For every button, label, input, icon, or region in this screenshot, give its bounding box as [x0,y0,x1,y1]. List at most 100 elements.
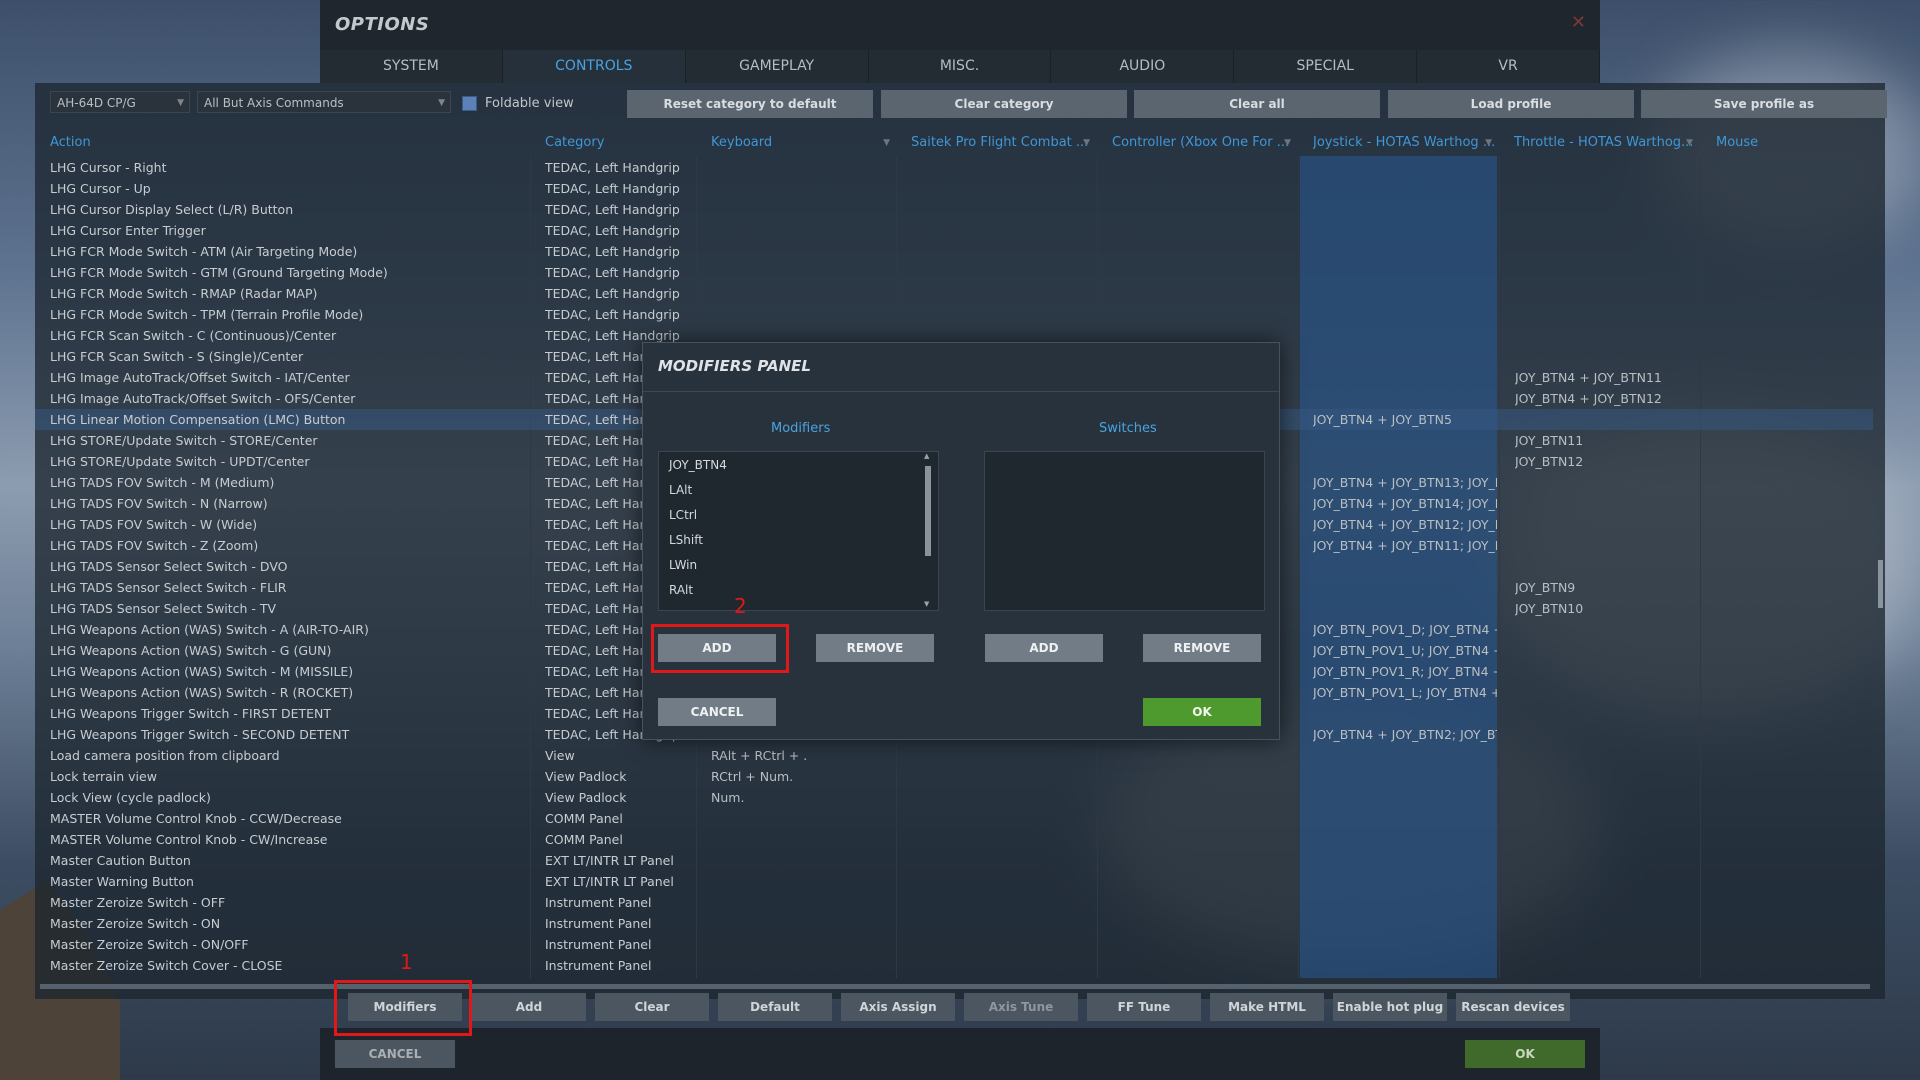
horizontal-scrollbar[interactable] [40,984,1870,989]
category-cell: TEDAC, Left Handgrip [545,181,680,196]
action-cell: LHG FCR Mode Switch - GTM (Ground Target… [50,265,388,280]
modifiers-list[interactable]: JOY_BTN4 LAlt LCtrl LShift LWin RAlt ▲ ▼ [658,451,939,611]
switches-list[interactable] [984,451,1265,611]
action-cell: MASTER Volume Control Knob - CW/Increase [50,832,328,847]
table-row[interactable]: Master Zeroize Switch - OFF Instrument Pa… [35,892,1873,913]
enable-hot-plug-button[interactable]: Enable hot plug [1333,993,1447,1021]
modifier-list-item[interactable]: LWin [669,558,697,572]
chevron-down-icon: ▼ [177,98,184,108]
throttle-cell: JOY_BTN4 + JOY_BTN11 [1515,370,1662,385]
column-header-saitek[interactable]: Saitek Pro Flight Combat ... ▼ [911,130,1096,156]
annotation-number: 1 [400,950,413,974]
category-cell: TEDAC, Left Handgrip [545,160,680,175]
column-header-keyboard[interactable]: Keyboard ▼ [711,130,896,156]
column-header-controller[interactable]: Controller (Xbox One For ... ▼ [1112,130,1297,156]
modifiers-remove-button[interactable]: REMOVE [816,634,934,662]
tab-system[interactable]: SYSTEM [320,50,503,83]
category-cell: TEDAC, Left Handgrip [545,286,680,301]
joystick-cell: JOY_BTN4 + JOY_BTN12; JOY_BT [1313,517,1497,532]
tab-vr[interactable]: VR [1417,50,1601,83]
action-cell: LHG Cursor - Right [50,160,167,175]
modifier-list-item[interactable]: LAlt [669,483,692,497]
switches-add-button[interactable]: ADD [985,634,1103,662]
tab-audio[interactable]: AUDIO [1051,50,1235,83]
category-filter-select[interactable]: All But Axis Commands ▼ [197,91,451,113]
column-header-category[interactable]: Category [545,130,695,156]
table-row[interactable]: LHG FCR Mode Switch - GTM (Ground Target… [35,262,1873,283]
table-row[interactable]: Master Zeroize Switch Cover - CLOSE Instr… [35,955,1873,976]
modifier-list-item[interactable]: LShift [669,533,703,547]
ok-button[interactable]: OK [1465,1040,1585,1068]
modifier-list-item[interactable]: RAlt [669,583,693,597]
table-row[interactable]: LHG FCR Mode Switch - TPM (Terrain Profi… [35,304,1873,325]
tab-controls[interactable]: CONTROLS [502,50,686,83]
throttle-cell: JOY_BTN11 [1515,433,1584,448]
table-row[interactable]: Lock terrain view View Padlock RCtrl + Num… [35,766,1873,787]
modifier-list-item[interactable]: JOY_BTN4 [669,458,727,472]
axis-tune-button[interactable]: Axis Tune [964,993,1078,1021]
modal-cancel-button[interactable]: CANCEL [658,698,776,726]
tab-gameplay[interactable]: GAMEPLAY [686,50,869,83]
action-cell: LHG TADS Sensor Select Switch - FLIR [50,580,287,595]
scroll-up-icon[interactable]: ▲ [924,452,929,460]
joystick-cell: JOY_BTN4 + JOY_BTN11; JOY_BT [1313,538,1497,553]
table-row[interactable]: Master Caution Button EXT LT/INTR LT Pane… [35,850,1873,871]
foldable-view-checkbox[interactable] [462,96,477,111]
table-row[interactable]: LHG Cursor Display Select (L/R) Button TE… [35,199,1873,220]
axis-assign-button[interactable]: Axis Assign [841,993,955,1021]
reset-category-button[interactable]: Reset category to default [627,90,873,118]
save-profile-button[interactable]: Save profile as [1641,90,1887,118]
action-cell: Master Zeroize Switch - ON/OFF [50,937,249,952]
ff-tune-button[interactable]: FF Tune [1087,993,1201,1021]
action-cell: LHG FCR Mode Switch - TPM (Terrain Profi… [50,307,364,322]
modal-ok-button[interactable]: OK [1143,698,1261,726]
clear-category-button[interactable]: Clear category [881,90,1127,118]
aircraft-select[interactable]: AH-64D CP/G ▼ [50,91,190,113]
table-row[interactable]: Master Zeroize Switch - ON/OFF Instrument… [35,934,1873,955]
keyboard-cell: RAlt + RCtrl + . [711,748,808,763]
table-row[interactable]: LHG Cursor Enter Trigger TEDAC, Left Hand… [35,220,1873,241]
table-row[interactable]: Master Warning Button EXT LT/INTR LT Pane… [35,871,1873,892]
table-row[interactable]: LHG FCR Mode Switch - RMAP (Radar MAP) TE… [35,283,1873,304]
category-cell: Instrument Panel [545,958,652,973]
table-row[interactable]: Master Zeroize Switch - ON Instrument Pan… [35,913,1873,934]
annotation-highlight-add [651,624,789,673]
action-cell: Master Caution Button [50,853,191,868]
table-row[interactable]: Load camera position from clipboard View R… [35,745,1873,766]
add-button[interactable]: Add [472,993,586,1021]
category-cell: View Padlock [545,769,627,784]
modifiers-list-scrollbar[interactable]: ▲ ▼ [924,452,931,608]
table-row[interactable]: Lock View (cycle padlock) View Padlock Num… [35,787,1873,808]
action-cell: LHG Weapons Action (WAS) Switch - A (AIR… [50,622,369,637]
vertical-scrollbar[interactable] [1878,560,1883,608]
table-row[interactable]: MASTER Volume Control Knob - CCW/Decreas… [35,808,1873,829]
modifier-list-item[interactable]: LCtrl [669,508,697,522]
table-row[interactable]: LHG Cursor - Right TEDAC, Left Handgrip [35,157,1873,178]
clear-all-button[interactable]: Clear all [1134,90,1380,118]
tab-special[interactable]: SPECIAL [1234,50,1418,83]
throttle-cell: JOY_BTN12 [1515,454,1584,469]
tab-misc[interactable]: MISC. [869,50,1052,83]
action-cell: LHG Weapons Trigger Switch - FIRST DETEN… [50,706,332,721]
category-cell: TEDAC, Left Handgrip [545,223,680,238]
table-row[interactable]: LHG Cursor - Up TEDAC, Left Handgrip [35,178,1873,199]
load-profile-button[interactable]: Load profile [1388,90,1634,118]
default-button[interactable]: Default [718,993,832,1021]
scroll-down-icon[interactable]: ▼ [924,600,929,608]
table-row[interactable]: LHG FCR Mode Switch - ATM (Air Targeting… [35,241,1873,262]
switches-remove-button[interactable]: REMOVE [1143,634,1261,662]
column-header-action[interactable]: Action [50,130,530,156]
clear-button[interactable]: Clear [595,993,709,1021]
column-header-throttle[interactable]: Throttle - HOTAS Warthog... ▼ [1514,130,1699,156]
column-header-joystick[interactable]: Joystick - HOTAS Warthog ... ▼ [1313,130,1498,156]
table-row[interactable]: MASTER Volume Control Knob - CW/Increase… [35,829,1873,850]
make-html-button[interactable]: Make HTML [1210,993,1324,1021]
column-header-mouse[interactable]: Mouse [1716,130,1856,156]
joystick-cell: JOY_BTN4 + JOY_BTN2; JOY_BTN [1313,727,1497,742]
rescan-devices-button[interactable]: Rescan devices [1456,993,1570,1021]
action-cell: LHG Linear Motion Compensation (LMC) But… [50,412,346,427]
keyboard-cell: RCtrl + Num. [711,769,794,784]
close-icon[interactable]: ✕ [1571,12,1586,33]
scrollbar-thumb[interactable] [925,466,931,556]
cancel-button[interactable]: CANCEL [335,1040,455,1068]
